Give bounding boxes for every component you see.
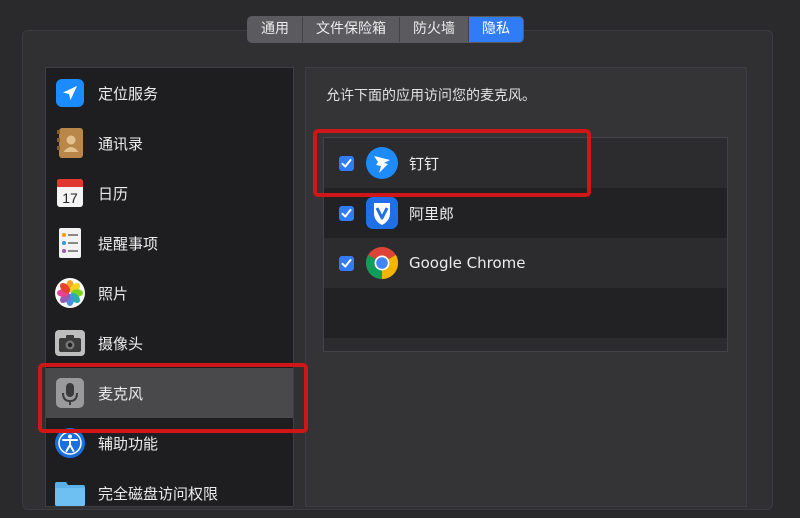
permission-description: 允许下面的应用访问您的麦克风。 [326, 88, 536, 104]
camera-icon [54, 327, 86, 359]
sidebar-item-microphone[interactable]: 麦克风 [46, 368, 293, 418]
microphone-icon [54, 377, 86, 409]
checkmark-icon [341, 258, 352, 267]
app-checkbox-chrome[interactable] [339, 255, 354, 271]
checkmark-icon [341, 158, 352, 167]
app-name: Google Chrome [409, 254, 526, 272]
tab-privacy[interactable]: 隐私 [469, 17, 523, 42]
list-item: 钉钉 [324, 138, 727, 188]
sidebar-item-label: 照片 [98, 284, 129, 303]
app-name: 钉钉 [409, 154, 440, 173]
list-item: Google Chrome [324, 238, 727, 288]
sidebar-item-label: 通讯录 [98, 134, 144, 153]
sidebar-item-accessibility[interactable]: 辅助功能 [46, 418, 293, 468]
calendar-icon: 17 [54, 177, 86, 209]
sidebar-item-location[interactable]: 定位服务 [46, 68, 293, 118]
microphone-permission-pane: 允许下面的应用访问您的麦克风。 钉钉 阿里郎 Google Chrome [305, 67, 747, 507]
sidebar-item-photos[interactable]: 照片 [46, 268, 293, 318]
contacts-book-icon [54, 127, 86, 159]
sidebar-item-label: 辅助功能 [98, 434, 159, 453]
reminders-list-icon [54, 227, 86, 259]
tab-general[interactable]: 通用 [248, 17, 303, 42]
sidebar-item-label: 完全磁盘访问权限 [98, 484, 219, 503]
sidebar-item-reminders[interactable]: 提醒事项 [46, 218, 293, 268]
sidebar-item-camera[interactable]: 摄像头 [46, 318, 293, 368]
location-arrow-icon [54, 77, 86, 109]
app-name: 阿里郎 [409, 204, 455, 223]
app-checkbox-alilang[interactable] [339, 205, 354, 221]
list-item [324, 288, 727, 338]
tab-filevault[interactable]: 文件保险箱 [303, 17, 400, 42]
app-permission-list: 钉钉 阿里郎 Google Chrome [323, 137, 728, 352]
sidebar-item-label: 提醒事项 [98, 234, 159, 253]
app-checkbox-dingtalk[interactable] [339, 155, 354, 171]
chrome-icon [365, 246, 399, 280]
sidebar-item-calendar[interactable]: 17 日历 [46, 168, 293, 218]
folder-icon [54, 477, 86, 509]
accessibility-icon [54, 427, 86, 459]
dingtalk-icon [365, 146, 399, 180]
alilang-shield-icon [365, 196, 399, 230]
sidebar-item-label: 定位服务 [98, 84, 159, 103]
tab-bar: 通用 文件保险箱 防火墙 隐私 [247, 16, 524, 43]
sidebar-item-label: 麦克风 [98, 384, 144, 403]
checkmark-icon [341, 208, 352, 217]
sidebar-item-label: 摄像头 [98, 334, 144, 353]
calendar-day-number: 17 [62, 190, 78, 206]
sidebar-item-label: 日历 [98, 184, 129, 203]
photos-flower-icon [54, 277, 86, 309]
sidebar-item-full-disk-access[interactable]: 完全磁盘访问权限 [46, 468, 293, 518]
list-item: 阿里郎 [324, 188, 727, 238]
privacy-category-list: 定位服务 通讯录 17 日历 提醒事项 照片 摄像头 麦克风 辅助功能 完全磁盘… [45, 67, 294, 507]
sidebar-item-contacts[interactable]: 通讯录 [46, 118, 293, 168]
tab-firewall[interactable]: 防火墙 [400, 17, 469, 42]
